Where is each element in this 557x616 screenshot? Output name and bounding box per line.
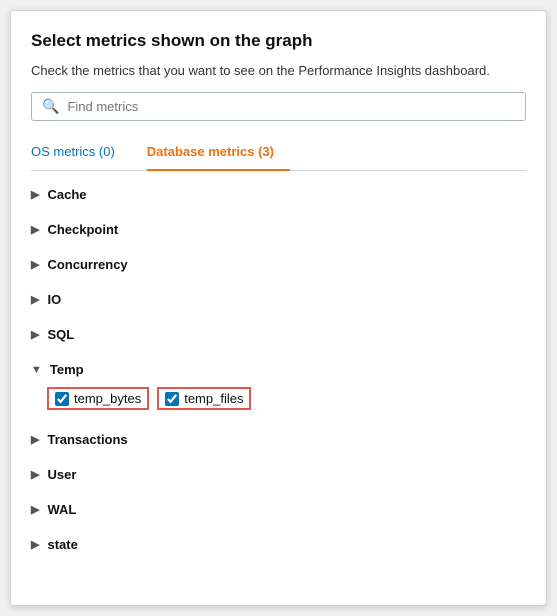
metric-temp-files: temp_files	[157, 387, 251, 410]
checkbox-temp-files[interactable]	[165, 392, 179, 406]
arrow-user-icon	[31, 468, 39, 481]
group-checkpoint-header[interactable]: Checkpoint	[31, 218, 526, 241]
group-sql-label: SQL	[47, 327, 74, 342]
tab-os[interactable]: OS metrics (0)	[31, 136, 131, 171]
metrics-list: Cache Checkpoint Concurrency IO	[31, 177, 526, 562]
modal-title: Select metrics shown on the graph	[31, 31, 526, 51]
group-temp-label: Temp	[50, 362, 84, 377]
search-box: 🔍	[31, 92, 526, 121]
group-wal: WAL	[31, 492, 526, 527]
temp-files-label: temp_files	[184, 391, 243, 406]
group-user: User	[31, 457, 526, 492]
group-io-label: IO	[47, 292, 61, 307]
group-cache-header[interactable]: Cache	[31, 183, 526, 206]
group-state: state	[31, 527, 526, 562]
group-temp: Temp temp_bytes temp_files	[31, 352, 526, 422]
tab-db[interactable]: Database metrics (3)	[147, 136, 290, 171]
arrow-transactions-icon	[31, 433, 39, 446]
arrow-state-icon	[31, 538, 39, 551]
group-state-header[interactable]: state	[31, 533, 526, 556]
group-transactions-header[interactable]: Transactions	[31, 428, 526, 451]
group-checkpoint-label: Checkpoint	[47, 222, 118, 237]
arrow-concurrency-icon	[31, 258, 39, 271]
group-concurrency-label: Concurrency	[47, 257, 127, 272]
group-temp-header[interactable]: Temp	[31, 358, 526, 381]
group-sql-header[interactable]: SQL	[31, 323, 526, 346]
group-io-header[interactable]: IO	[31, 288, 526, 311]
group-io: IO	[31, 282, 526, 317]
checkbox-temp-bytes[interactable]	[55, 392, 69, 406]
group-user-header[interactable]: User	[31, 463, 526, 486]
group-transactions-label: Transactions	[47, 432, 127, 447]
arrow-sql-icon	[31, 328, 39, 341]
group-cache: Cache	[31, 177, 526, 212]
tabs: OS metrics (0) Database metrics (3)	[31, 135, 526, 171]
modal-description: Check the metrics that you want to see o…	[31, 63, 526, 78]
group-checkpoint: Checkpoint	[31, 212, 526, 247]
group-sql: SQL	[31, 317, 526, 352]
group-concurrency: Concurrency	[31, 247, 526, 282]
group-wal-header[interactable]: WAL	[31, 498, 526, 521]
arrow-wal-icon	[31, 503, 39, 516]
temp-children: temp_bytes temp_files	[31, 381, 526, 416]
group-concurrency-header[interactable]: Concurrency	[31, 253, 526, 276]
search-input[interactable]	[67, 99, 515, 114]
group-transactions: Transactions	[31, 422, 526, 457]
arrow-temp-icon	[31, 364, 42, 376]
search-icon: 🔍	[42, 98, 59, 115]
metric-temp-bytes: temp_bytes	[47, 387, 149, 410]
group-user-label: User	[47, 467, 76, 482]
temp-bytes-label: temp_bytes	[74, 391, 141, 406]
group-cache-label: Cache	[47, 187, 86, 202]
arrow-cache-icon	[31, 188, 39, 201]
group-state-label: state	[47, 537, 77, 552]
modal: Select metrics shown on the graph Check …	[10, 10, 547, 606]
arrow-io-icon	[31, 293, 39, 306]
arrow-checkpoint-icon	[31, 223, 39, 236]
group-wal-label: WAL	[47, 502, 76, 517]
